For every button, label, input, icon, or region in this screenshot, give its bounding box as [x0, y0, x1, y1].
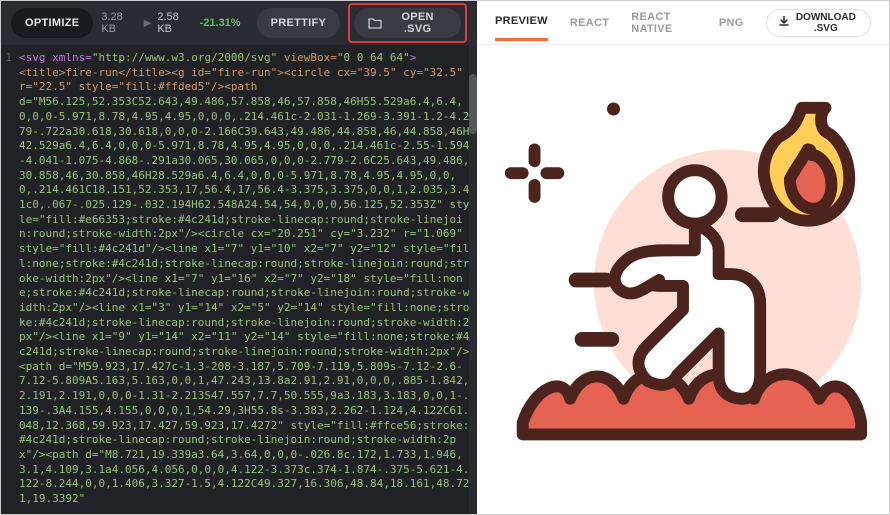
line-gutter: 1: [1, 45, 15, 514]
scrollbar-thumb[interactable]: [469, 74, 477, 134]
tab-preview[interactable]: PREVIEW: [495, 15, 548, 41]
open-svg-highlight: OPEN .SVG: [348, 3, 467, 43]
size-after: 2.58 KB: [157, 11, 193, 35]
code-token: <svg xmlns=: [19, 51, 92, 64]
code-token: <title>fire-run</title><g id="fire-run">…: [19, 66, 469, 94]
code-panel: OPTIMIZE 3.28 KB ▶ 2.58 KB -21.31% PRETT…: [1, 1, 477, 514]
open-svg-label: OPEN .SVG: [388, 11, 447, 35]
open-svg-button[interactable]: OPEN .SVG: [354, 8, 461, 38]
size-info: 3.28 KB ▶ 2.58 KB -21.31%: [101, 11, 240, 35]
tab-react[interactable]: REACT: [570, 17, 609, 40]
folder-icon: [368, 17, 382, 29]
tab-react-native[interactable]: REACT NATIVE: [631, 11, 697, 46]
preview-area: [477, 45, 889, 514]
download-icon: [779, 16, 789, 29]
code-token: viewBox=: [277, 51, 337, 64]
code-token: "0 0 64 64": [337, 51, 410, 64]
scrollbar[interactable]: [469, 45, 477, 514]
tabs: PREVIEW REACT REACT NATIVE PNG DOWNLOAD …: [477, 1, 889, 45]
code-token: "http://www.w3.org/2000/svg": [92, 51, 277, 64]
code-token: d="M56.125,52.353C52.643,49.486,57.858,4…: [19, 95, 469, 505]
download-label: DOWNLOAD .SVG: [794, 12, 858, 34]
fire-run-icon: [493, 90, 873, 470]
optimize-button[interactable]: OPTIMIZE: [11, 8, 93, 38]
code-token: >: [410, 51, 417, 64]
preview-panel: PREVIEW REACT REACT NATIVE PNG DOWNLOAD …: [477, 1, 889, 514]
arrow-right-icon: ▶: [144, 18, 152, 29]
download-svg-button[interactable]: DOWNLOAD .SVG: [766, 9, 871, 37]
size-percent: -21.31%: [200, 17, 241, 29]
code-content[interactable]: <svg xmlns="http://www.w3.org/2000/svg" …: [15, 45, 477, 514]
code-editor[interactable]: 1 <svg xmlns="http://www.w3.org/2000/svg…: [1, 45, 477, 514]
prettify-button[interactable]: PRETTIFY: [257, 8, 341, 38]
size-before: 3.28 KB: [101, 11, 137, 35]
tab-png[interactable]: PNG: [719, 17, 744, 40]
toolbar: OPTIMIZE 3.28 KB ▶ 2.58 KB -21.31% PRETT…: [1, 1, 477, 45]
